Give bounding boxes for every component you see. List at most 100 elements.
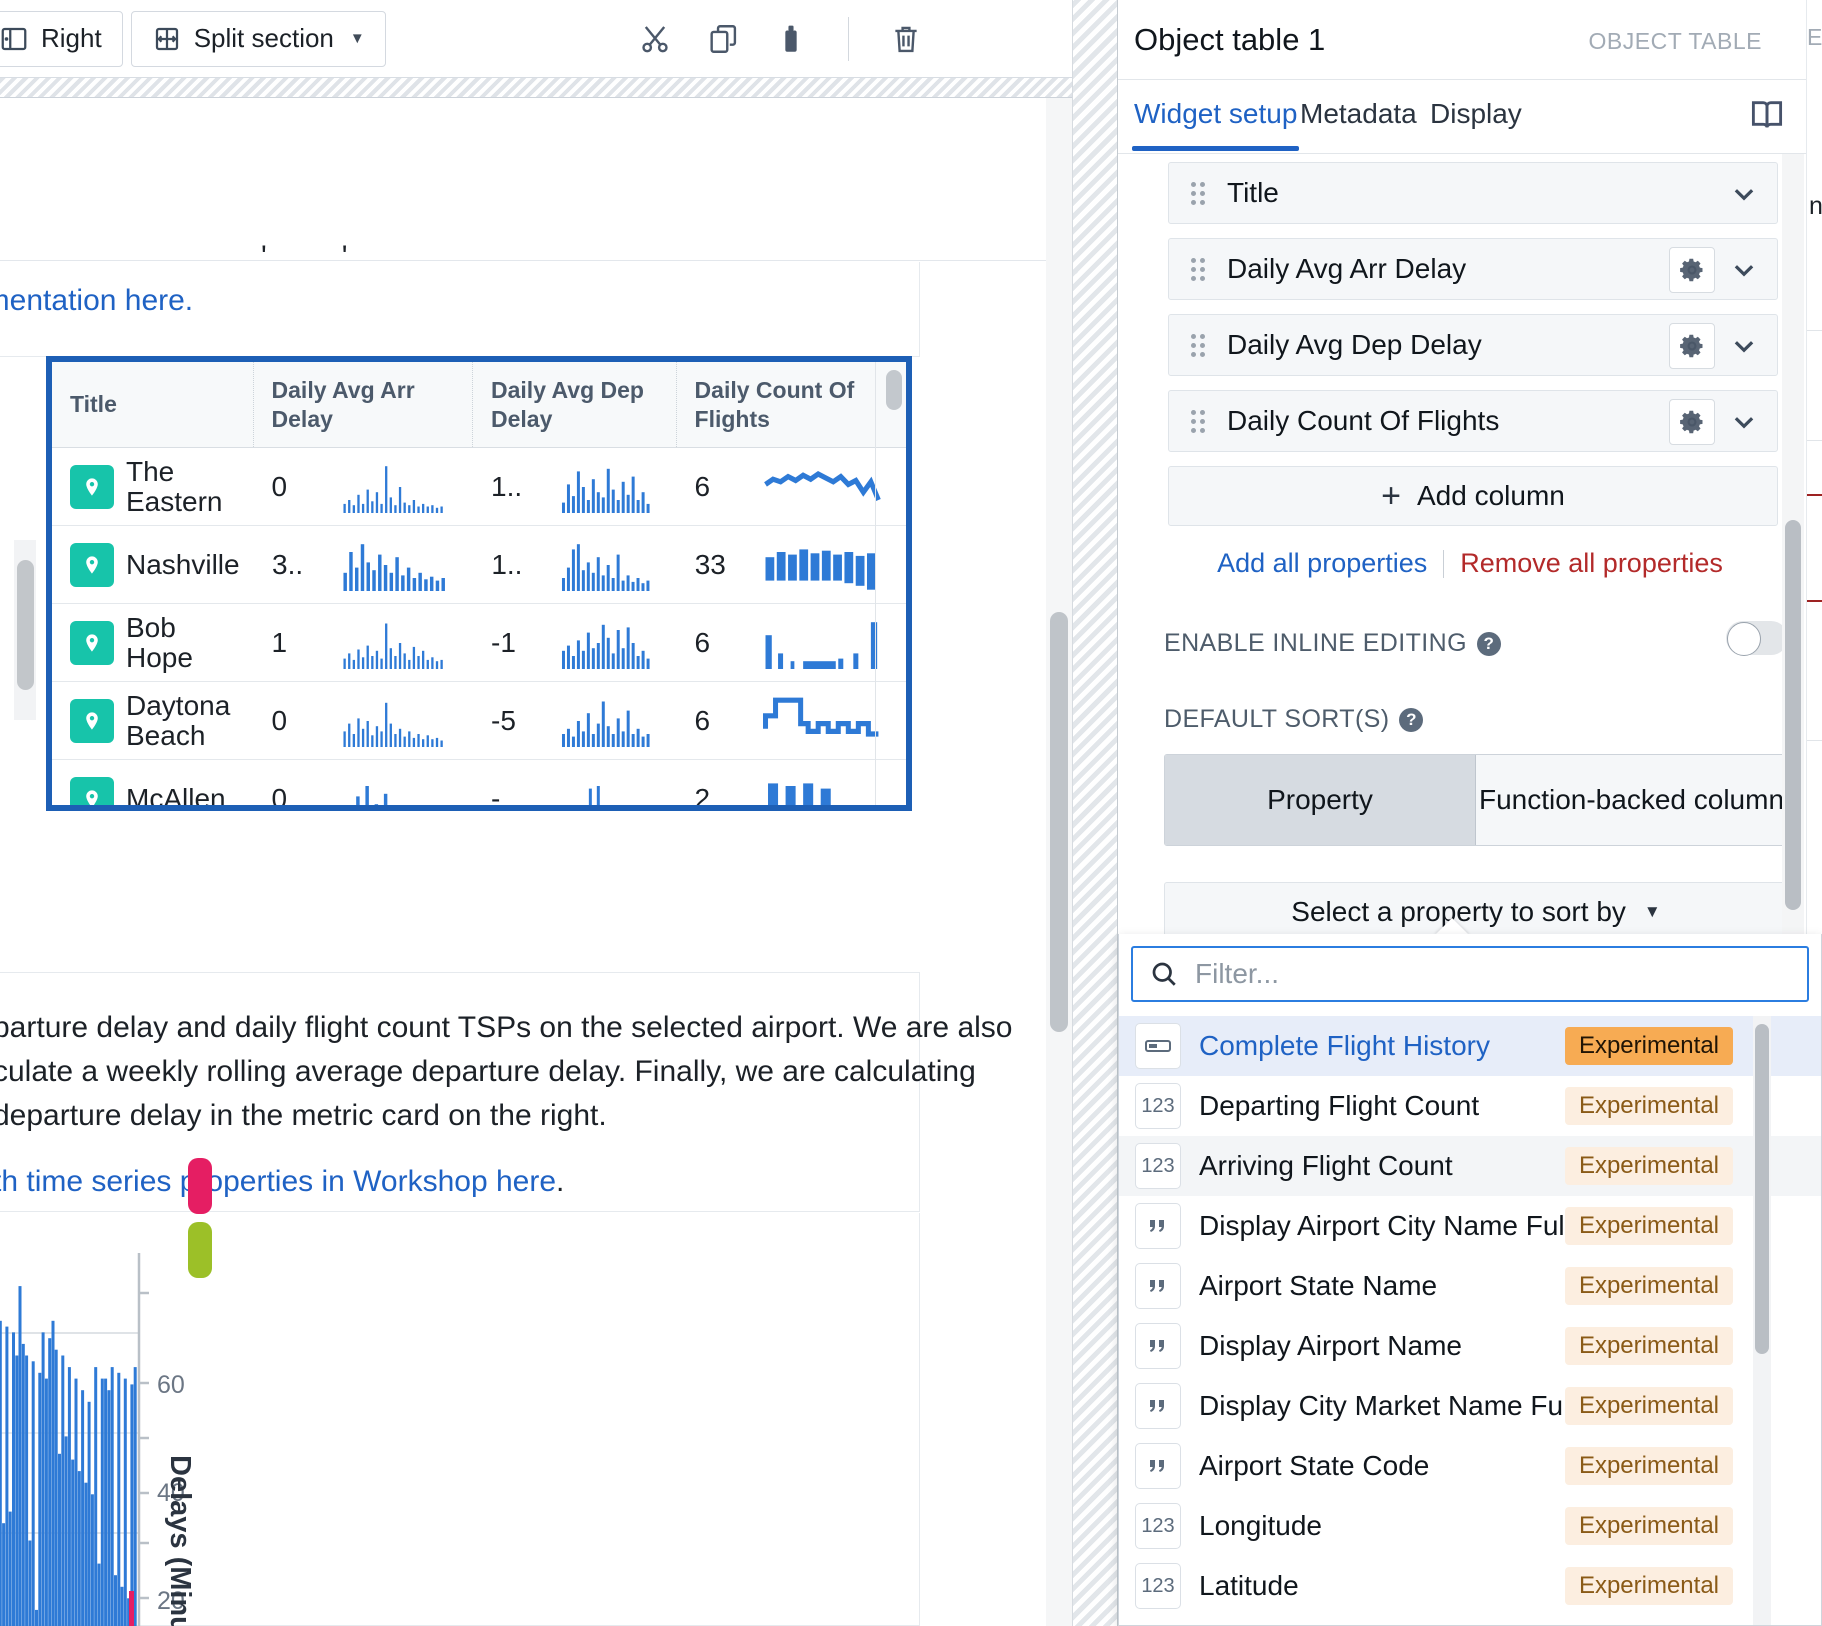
list-item[interactable]: 123 Departing Flight Count Experimental [1119, 1076, 1821, 1136]
sparkline-arr-delay [340, 773, 455, 805]
list-item[interactable]: Airport State Code Experimental [1119, 1436, 1821, 1496]
far-right-kind-text: E [1807, 24, 1822, 50]
legend-chip-pink[interactable] [188, 1158, 212, 1214]
column-config-daily-count-of-flights[interactable]: Daily Count Of Flights [1168, 390, 1778, 452]
column-config-title[interactable]: Title [1168, 162, 1778, 224]
list-item[interactable]: Airport State Name Experimental [1119, 1256, 1821, 1316]
drag-handle-icon[interactable] [1191, 410, 1205, 433]
column-config-daily-avg-arr-delay[interactable]: Daily Avg Arr Delay [1168, 238, 1778, 300]
sparkline-arr-delay [340, 695, 455, 747]
gear-icon[interactable] [1669, 399, 1715, 445]
string-type-icon [1135, 1443, 1181, 1489]
cut-icon[interactable] [638, 22, 672, 56]
canvas-scrollbar-thumb[interactable] [1050, 612, 1068, 1032]
right-section-label: Right [41, 23, 102, 53]
sort-source-segmented-control: Property Function-backed column [1164, 754, 1788, 846]
legend-chip-green[interactable] [188, 1222, 212, 1278]
property-name: Longitude [1199, 1510, 1323, 1541]
canvas-card-top [0, 99, 1080, 261]
list-item[interactable]: Display Airport City Name Full Experimen… [1119, 1196, 1821, 1256]
cell-arr-delay: 1 [271, 626, 288, 658]
help-icon[interactable]: ? [1476, 631, 1501, 656]
list-item[interactable]: 123 Arriving Flight Count Experimental [1119, 1136, 1821, 1196]
object-table-widget[interactable]: Title Daily Avg Arr Delay Daily Avg Dep … [46, 356, 912, 811]
table-row[interactable]: Nashville 3.. 1.. 33 [52, 526, 906, 604]
column-header-daily-avg-dep-delay[interactable]: Daily Avg Dep Delay [473, 362, 677, 447]
documentation-link[interactable]: cumentation here. [0, 284, 193, 318]
panel-title[interactable]: Object table 1 [1134, 22, 1325, 58]
delete-icon[interactable] [889, 22, 923, 56]
property-links: Add all properties Remove all properties [1118, 548, 1822, 579]
object-table-scrollbar[interactable] [886, 370, 902, 410]
chevron-down-icon[interactable] [1729, 255, 1759, 285]
tab-display[interactable]: Display [1430, 98, 1522, 130]
panel-widget-kind: OBJECT TABLE [1588, 28, 1762, 54]
copy-icon[interactable] [706, 22, 740, 56]
filter-field[interactable] [1131, 946, 1809, 1002]
sparkline-count-flights [762, 695, 888, 747]
tab-widget-setup[interactable]: Widget setup [1131, 98, 1300, 151]
table-row[interactable]: McAllen 0 - 2 [52, 760, 906, 811]
segment-function-backed-column[interactable]: Function-backed column [1476, 755, 1787, 845]
drag-handle-icon[interactable] [1191, 258, 1205, 281]
enable-inline-editing-toggle[interactable] [1726, 621, 1788, 656]
column-header-daily-count-of-flights[interactable]: Daily Count Of Flights [677, 362, 906, 447]
filter-input[interactable] [1195, 958, 1791, 990]
add-all-properties-link[interactable]: Add all properties [1217, 548, 1427, 579]
sparkline-count-flights [763, 773, 888, 805]
panel-scrollbar-thumb[interactable] [1785, 520, 1801, 910]
object-table-header-row: Title Daily Avg Arr Delay Daily Avg Dep … [52, 362, 906, 448]
tab-metadata[interactable]: Metadata [1300, 98, 1417, 130]
table-row[interactable]: Daytona Beach 0 -5 6 [52, 682, 906, 760]
list-item[interactable]: Display Airport Name Experimental [1119, 1316, 1821, 1376]
dropdown-scrollbar-thumb[interactable] [1755, 1024, 1769, 1354]
row-title: Nashville [126, 548, 240, 580]
column-header-title[interactable]: Title [52, 362, 254, 447]
workshop-docs-link[interactable]: th time series properties in Workshop he… [0, 1165, 564, 1199]
status-badge: Experimental [1564, 1447, 1733, 1485]
status-badge: Experimental [1564, 1087, 1733, 1125]
remove-all-properties-link[interactable]: Remove all properties [1460, 548, 1723, 579]
drag-handle-icon[interactable] [1191, 182, 1205, 205]
list-item[interactable]: 123 Longitude Experimental [1119, 1496, 1821, 1556]
paste-icon[interactable] [774, 22, 808, 56]
property-list[interactable]: Complete Flight History Experimental 123… [1119, 1016, 1821, 1625]
canvas-pane: Right Split section ▼ ' ' entation here.… [0, 0, 1090, 1626]
split-section-button[interactable]: Split section ▼ [130, 10, 386, 67]
description-line-1: parture delay and daily flight count TSP… [0, 1011, 1013, 1044]
segment-property[interactable]: Property [1165, 755, 1476, 845]
row-title: McAllen [126, 782, 226, 811]
column-config-daily-avg-dep-delay[interactable]: Daily Avg Dep Delay [1168, 314, 1778, 376]
gear-icon[interactable] [1669, 323, 1715, 369]
links-divider [1443, 549, 1445, 578]
toolbar-divider [848, 17, 849, 61]
book-icon[interactable] [1748, 96, 1786, 134]
status-badge: Experimental [1564, 1267, 1733, 1305]
help-icon[interactable]: ? [1399, 708, 1424, 733]
split-section-icon [152, 24, 182, 54]
property-select-dropdown: Complete Flight History Experimental 123… [1118, 934, 1822, 1626]
chevron-down-icon[interactable] [1729, 407, 1759, 437]
documentation-block: ' ' cumentation here. [0, 240, 920, 357]
cell-count-flights: 6 [694, 470, 711, 502]
drag-handle-icon[interactable] [1191, 334, 1205, 357]
sort-property-select[interactable]: Select a property to sort by ▼ [1164, 882, 1788, 942]
gear-icon[interactable] [1669, 247, 1715, 293]
delays-time-series-chart[interactable]: 60 40 20 [0, 1213, 263, 1626]
list-item[interactable]: 123 Latitude Experimental [1119, 1556, 1821, 1616]
right-section-button[interactable]: Right [0, 10, 123, 67]
chevron-down-icon[interactable]: ▼ [350, 30, 365, 47]
chevron-down-icon[interactable] [1729, 179, 1759, 209]
column-config-label: Title [1227, 177, 1279, 208]
left-scrollbar-thumb[interactable] [17, 560, 34, 690]
list-item[interactable]: Display City Market Name Full Experiment… [1119, 1376, 1821, 1436]
column-header-daily-avg-arr-delay[interactable]: Daily Avg Arr Delay [254, 362, 474, 447]
list-item[interactable]: Complete Flight History Experimental [1119, 1016, 1821, 1076]
cell-dep-delay: - [491, 782, 501, 811]
chevron-down-icon[interactable] [1729, 331, 1759, 361]
add-column-button[interactable]: + Add column [1168, 466, 1778, 526]
enable-inline-editing-label: ENABLE INLINE EDITING? [1164, 629, 1501, 658]
table-row[interactable]: Bob Hope 1 -1 6 [52, 604, 906, 682]
cell-dep-delay: -5 [491, 704, 516, 736]
table-row[interactable]: The Eastern 0 1.. 6 [52, 448, 906, 526]
